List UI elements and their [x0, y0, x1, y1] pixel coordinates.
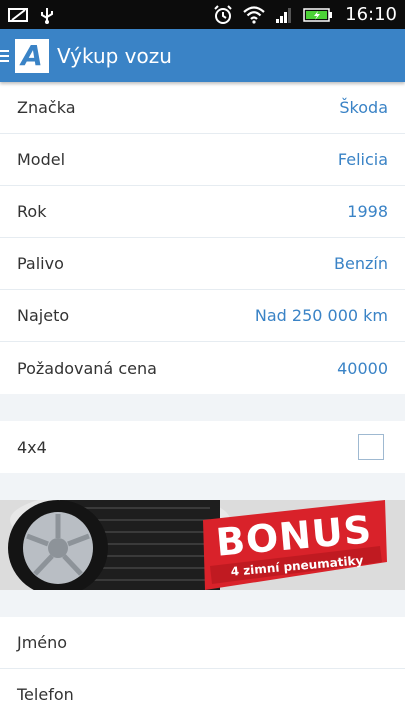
field-value[interactable]: Nad 250 000 km: [255, 306, 388, 325]
page-title: Výkup vozu: [57, 43, 172, 68]
field-row-mileage[interactable]: Najeto Nad 250 000 km: [0, 290, 405, 342]
field-row-phone[interactable]: Telefon: [0, 669, 405, 720]
field-label: Najeto: [17, 306, 70, 325]
notification-icon: [8, 7, 30, 23]
menu-icon[interactable]: [0, 48, 12, 64]
section-divider: [0, 473, 405, 500]
app-logo[interactable]: A: [15, 38, 49, 73]
form: Značka Škoda Model Felicia Rok 1998 Pali…: [0, 82, 405, 720]
app-bar: A Výkup vozu: [0, 29, 405, 82]
wifi-icon: [243, 5, 265, 24]
field-value[interactable]: 1998: [347, 202, 388, 221]
alarm-icon: [213, 4, 233, 25]
field-label: Model: [17, 150, 66, 169]
field-label: Značka: [17, 98, 76, 117]
field-label: Palivo: [17, 254, 64, 273]
field-row-brand[interactable]: Značka Škoda: [0, 82, 405, 134]
field-label: Rok: [17, 202, 47, 221]
field-row-4x4[interactable]: 4x4: [0, 421, 405, 473]
field-value[interactable]: Škoda: [339, 98, 388, 117]
4x4-checkbox[interactable]: [358, 434, 384, 460]
clock: 16:10: [345, 4, 397, 25]
battery-icon: [303, 7, 333, 23]
field-value[interactable]: 40000: [337, 359, 388, 378]
usb-icon: [40, 6, 54, 24]
field-value[interactable]: Benzín: [334, 254, 388, 273]
field-row-price[interactable]: Požadovaná cena 40000: [0, 342, 405, 394]
field-row-fuel[interactable]: Palivo Benzín: [0, 238, 405, 290]
field-label: Požadovaná cena: [17, 358, 157, 378]
field-row-model[interactable]: Model Felicia: [0, 134, 405, 186]
status-bar: 16:10: [0, 0, 405, 29]
bonus-banner[interactable]: BONUS 4 zimní pneumatiky: [0, 500, 405, 590]
section-divider: [0, 394, 405, 421]
section-divider: [0, 590, 405, 617]
signal-icon: [275, 7, 293, 23]
field-row-name[interactable]: Jméno: [0, 617, 405, 669]
field-label: 4x4: [17, 437, 47, 457]
field-row-year[interactable]: Rok 1998: [0, 186, 405, 238]
field-label: Jméno: [17, 633, 68, 652]
field-value[interactable]: Felicia: [338, 150, 388, 169]
field-label: Telefon: [17, 685, 74, 704]
